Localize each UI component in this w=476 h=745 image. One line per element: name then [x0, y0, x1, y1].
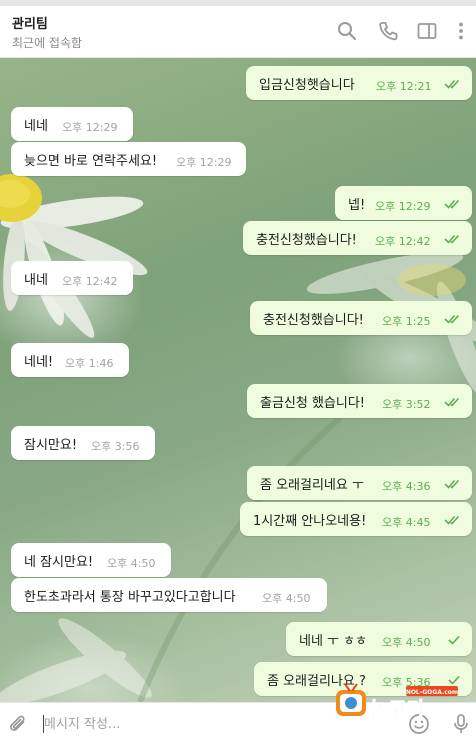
message-time: 오후 1:25 [382, 315, 431, 328]
message-bubble[interactable]: 충전신청했습니다! 오후 12:42 [243, 221, 472, 255]
message-time: 오후 12:29 [375, 200, 431, 213]
chat-title[interactable]: 관리팀 [12, 13, 48, 32]
message-time: 오후 12:42 [375, 235, 431, 248]
message-text: 네네 ㅜ ㅎㅎ [299, 634, 368, 649]
message-text: 내네 [24, 273, 48, 288]
chat-header: 관리팀 최근에 접속함 [0, 6, 476, 58]
message-time: 오후 4:50 [262, 592, 311, 605]
message-text: 늦으면 바로 연락주세요! [24, 154, 158, 169]
message-bubble[interactable]: 한도초과라서 통장 바꾸고있다고합니다 오후 4:50 [11, 578, 327, 612]
message-time: 오후 12:21 [376, 80, 432, 93]
message-time: 오후 12:29 [62, 121, 118, 134]
message-time: 오후 3:52 [382, 398, 431, 411]
double-check-icon [444, 479, 460, 489]
message-time: 오후 3:56 [91, 440, 140, 453]
message-bubble[interactable]: 1시간째 안나오네용! 오후 4:45 [240, 502, 472, 536]
message-bubble[interactable]: 입금신청햇습니다 오후 12:21 [246, 66, 472, 100]
message-time: 오후 12:42 [62, 275, 118, 288]
message-text: 충전신청했습니다! [263, 313, 364, 328]
message-bubble[interactable]: 네네! 오후 1:46 [11, 343, 129, 377]
message-text: 입금신청햇습니다 [259, 78, 355, 93]
message-time: 오후 4:50 [382, 636, 431, 649]
double-check-icon [444, 234, 460, 244]
message-bubble[interactable]: 내네 오후 12:42 [11, 261, 133, 295]
message-bubble[interactable]: 잠시만요! 오후 3:56 [11, 426, 155, 460]
message-text: 네네 [24, 119, 48, 134]
search-icon[interactable] [336, 20, 358, 42]
double-check-icon [444, 515, 460, 525]
message-text: 네 잠시만요! [24, 555, 94, 570]
chat-status: 최근에 접속함 [12, 36, 83, 50]
double-check-icon [444, 79, 460, 89]
phone-icon[interactable] [377, 20, 399, 42]
message-bubble[interactable]: 넵! 오후 12:29 [335, 186, 472, 220]
message-bubble[interactable]: 네네 오후 12:29 [11, 107, 133, 141]
message-text: 한도초과라서 통장 바꾸고있다고합니다 [24, 590, 236, 605]
double-check-icon [444, 397, 460, 407]
message-bubble[interactable]: 좀 오래걸리네요 ㅜ 오후 4:36 [247, 466, 472, 500]
sidebar-toggle-icon[interactable] [416, 20, 438, 42]
message-text: 좀 오래걸리네요 ㅜ [260, 478, 364, 493]
message-time: 오후 4:36 [382, 480, 431, 493]
message-text: 출금신청 했습니다! [260, 396, 366, 411]
double-check-icon [444, 199, 460, 209]
message-time: 오후 4:45 [382, 516, 431, 529]
message-text: 잠시만요! [24, 438, 78, 453]
message-bubble[interactable]: 네네 ㅜ ㅎㅎ 오후 4:50 [286, 622, 472, 656]
check-icon [448, 635, 460, 645]
svg-text:놀고가: 놀고가 [370, 697, 426, 721]
chat-area[interactable]: 입금신청햇습니다 오후 12:21 네네 오후 12:29 늦으면 바로 연락주… [0, 58, 476, 702]
message-bubble[interactable]: 네 잠시만요! 오후 4:50 [11, 543, 171, 577]
paperclip-icon[interactable] [8, 714, 30, 736]
svg-text:NOL-GOGA.com: NOL-GOGA.com [406, 689, 458, 696]
message-bubble[interactable]: 늦으면 바로 연락주세요! 오후 12:29 [11, 142, 246, 176]
message-input[interactable] [44, 712, 304, 736]
message-text: 넵! [348, 198, 366, 213]
message-time: 오후 12:29 [176, 156, 232, 169]
message-bubble[interactable]: 출금신청 했습니다! 오후 3:52 [247, 384, 472, 418]
double-check-icon [444, 314, 460, 324]
site-watermark-logo: 놀고가 NOL-GOGA.com [336, 683, 458, 721]
message-bubble[interactable]: 충전신청했습니다! 오후 1:25 [250, 301, 472, 335]
message-text: 1시간째 안나오네용! [253, 514, 367, 529]
more-vertical-icon[interactable] [450, 20, 472, 42]
message-time: 오후 1:46 [65, 357, 114, 370]
message-time: 오후 4:50 [107, 557, 156, 570]
message-text: 충전신청했습니다! [256, 233, 357, 248]
message-text: 네네! [24, 355, 54, 370]
